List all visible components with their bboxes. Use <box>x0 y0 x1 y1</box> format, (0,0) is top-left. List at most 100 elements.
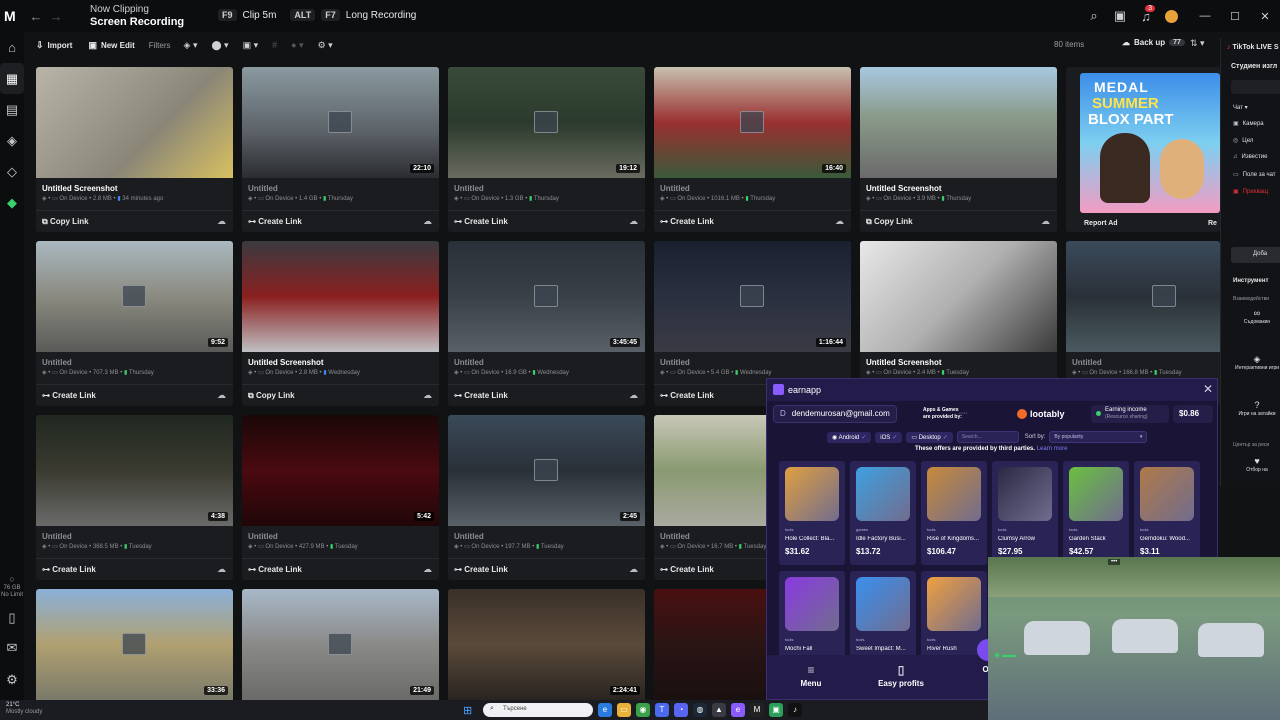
import-button[interactable]: ⇩ Import <box>30 40 78 51</box>
medal-logo-icon[interactable]: M <box>4 8 26 24</box>
game-filter[interactable]: ◈ ▾ <box>179 40 203 51</box>
weather-widget[interactable]: 21°C Mostly cloudy <box>6 702 42 716</box>
tool-interactive-games[interactable]: ◈ Интерактивни игри <box>1227 355 1280 372</box>
clipping-status[interactable]: Now Clipping Screen Recording <box>90 4 184 28</box>
ad-card[interactable]: MEDAL SUMMER BLOX PART Report Ad Re <box>1066 67 1220 232</box>
clip-thumbnail[interactable] <box>860 67 1057 178</box>
clip-card[interactable]: 2:45 Untitled ◈ • ▭ On Device • 197.7 MB •… <box>448 415 645 580</box>
folder-icon[interactable]: ▤ <box>0 94 24 125</box>
create-link-button[interactable]: ⊶ Create Link <box>454 565 508 574</box>
cloud-upload-icon[interactable]: ☁ <box>629 390 638 401</box>
avatar[interactable] <box>1165 9 1178 23</box>
offer-card[interactable]: tools Garden Stack $42.57 <box>1063 461 1129 565</box>
clip-card[interactable]: 5:42 Untitled ◈ • ▭ On Device • 427.9 MB •… <box>242 415 439 580</box>
clip-thumbnail[interactable] <box>1066 241 1220 352</box>
user-filter[interactable]: ● ▾ <box>286 40 308 51</box>
chat-toggle[interactable]: Чат ▾ <box>1233 104 1248 111</box>
clip-thumbnail[interactable]: 16:40 <box>654 67 851 178</box>
cloud-upload-icon[interactable]: ☁ <box>217 216 226 227</box>
clip-card[interactable]: 4:38 Untitled ◈ • ▭ On Device • 368.5 MB •… <box>36 415 233 580</box>
home-icon[interactable]: ⌂ <box>0 32 24 63</box>
file-explorer-icon[interactable]: ▭ <box>617 703 631 717</box>
clip-thumbnail[interactable]: 9:52 <box>36 241 233 352</box>
earnapp-close-icon[interactable]: ✕ <box>1203 382 1213 396</box>
clip-card[interactable]: 21:49 <box>242 589 439 700</box>
nav-easy-profits[interactable]: ▯ Easy profits <box>861 663 941 688</box>
gem-icon[interactable]: ◇ <box>0 156 24 187</box>
android-chip[interactable]: ◉ Android ✓ <box>827 431 872 443</box>
clip-thumbnail[interactable]: 1:16:44 <box>654 241 851 352</box>
earning-status[interactable]: Earning income (Resource sharing) <box>1091 405 1169 423</box>
clip-thumbnail[interactable]: 5:42 <box>242 415 439 526</box>
feedback-icon[interactable]: ✉ <box>0 632 24 663</box>
close-icon[interactable]: ✕ <box>1250 10 1280 23</box>
clip-card[interactable]: 33:36 <box>36 589 233 700</box>
clip-title[interactable]: Untitled <box>454 358 484 367</box>
clip-title[interactable]: Untitled Screenshot <box>866 358 942 367</box>
clip-title[interactable]: Untitled <box>42 358 72 367</box>
create-link-button[interactable]: ⊶ Create Link <box>454 217 508 226</box>
cloud-upload-icon[interactable]: ☁ <box>423 564 432 575</box>
taskbar-search-input[interactable]: ⌕ Търсене <box>483 703 593 717</box>
source-capture[interactable]: ▣ Прихващ <box>1233 188 1268 195</box>
settings-gear-icon[interactable]: ⚙ <box>0 664 24 695</box>
create-link-button[interactable]: ⊶ Create Link <box>454 391 508 400</box>
clip-title[interactable]: Untitled <box>42 532 72 541</box>
app-icon[interactable]: ▲ <box>712 703 726 717</box>
medal-plus-icon[interactable]: ◆ <box>0 187 24 218</box>
clip-thumbnail[interactable]: 4:38 <box>36 415 233 526</box>
report-ad-button[interactable]: Report Ad <box>1084 220 1118 227</box>
account-email[interactable]: Ddendemurosan@gmail.com <box>773 405 897 423</box>
clip-thumbnail[interactable] <box>242 241 439 352</box>
cloud-upload-icon[interactable]: ☁ <box>217 390 226 401</box>
clip-title[interactable]: Untitled <box>454 184 484 193</box>
source-alert[interactable]: ♫ Известие <box>1233 154 1267 160</box>
report-ad-button[interactable]: Re <box>1208 220 1217 227</box>
cloud-upload-icon[interactable]: ☁ <box>423 216 432 227</box>
clip-title[interactable]: Untitled <box>454 532 484 541</box>
clip-card[interactable]: 2:24:41 <box>448 589 645 700</box>
clip-card[interactable]: 16:40 Untitled ◈ • ▭ On Device • 1016.1 MB… <box>654 67 851 232</box>
clip-thumbnail[interactable]: 33:36 <box>36 589 233 700</box>
create-link-button[interactable]: ⊶ Create Link <box>660 217 714 226</box>
offer-search-input[interactable]: Search... <box>956 431 1019 443</box>
sort-icon[interactable]: ⇅ ▾ <box>1190 38 1205 49</box>
cloud-upload-icon[interactable]: ☁ <box>1041 216 1050 227</box>
clip-title[interactable]: Untitled <box>248 184 278 193</box>
offer-card[interactable]: tools Clumsy Arrow $27.95 <box>992 461 1058 565</box>
cloud-upload-icon[interactable]: ☁ <box>835 216 844 227</box>
clip-title[interactable]: Untitled <box>248 532 278 541</box>
offer-card[interactable]: games Idle Factory Busi... $13.72 <box>850 461 916 565</box>
add-source-button[interactable]: Доба <box>1231 247 1280 263</box>
create-link-button[interactable]: ⊶ Create Link <box>660 391 714 400</box>
clip-card[interactable]: 3:45:45 Untitled ◈ • ▭ On Device • 16.9 GB… <box>448 241 645 406</box>
search-icon[interactable]: ⌕ <box>1081 8 1107 24</box>
ios-chip[interactable]: iOS ✓ <box>875 431 903 443</box>
copy-link-button[interactable]: ⧉ Copy Link <box>42 217 89 227</box>
clip-thumbnail[interactable] <box>36 67 233 178</box>
clip-thumbnail[interactable]: 19:12 <box>448 67 645 178</box>
library-icon[interactable]: ▦ <box>0 63 24 94</box>
store-icon[interactable]: ▣ <box>769 703 783 717</box>
clip-thumbnail[interactable]: 2:24:41 <box>448 589 645 700</box>
clip-thumbnail[interactable]: 3:45:45 <box>448 241 645 352</box>
edge-icon[interactable]: e <box>598 703 612 717</box>
copy-link-button[interactable]: ⧉ Copy Link <box>866 217 913 227</box>
offer-card[interactable]: tools Hole Collect: Bla... $31.62 <box>779 461 845 565</box>
clip-title[interactable]: Untitled <box>660 358 690 367</box>
storage-indicator[interactable]: ○ 76 GB No Limit <box>0 575 24 599</box>
clip-card[interactable]: 22:10 Untitled ◈ • ▭ On Device • 1.4 GB • … <box>242 67 439 232</box>
maximize-icon[interactable]: ☐ <box>1220 10 1250 23</box>
create-link-button[interactable]: ⊶ Create Link <box>42 565 96 574</box>
clip-thumbnail[interactable] <box>860 241 1057 352</box>
offer-card[interactable]: tools Gemdoku: Wood... $3.11 <box>1134 461 1200 565</box>
balance[interactable]: $0.86 <box>1173 405 1213 423</box>
clip-title[interactable]: Untitled Screenshot <box>248 358 324 367</box>
learn-more-link[interactable]: Learn more <box>1037 446 1068 452</box>
new-edit-button[interactable]: ▣ New Edit <box>82 40 140 51</box>
backup-button[interactable]: ☁ Back up 77 <box>1122 38 1185 47</box>
clip-thumbnail[interactable]: 22:10 <box>242 67 439 178</box>
minimize-icon[interactable]: — <box>1190 10 1220 22</box>
clip-card[interactable]: 9:52 Untitled ◈ • ▭ On Device • 707.3 MB •… <box>36 241 233 406</box>
tool-quiz-games[interactable]: ? Игри на затайки <box>1227 401 1280 418</box>
